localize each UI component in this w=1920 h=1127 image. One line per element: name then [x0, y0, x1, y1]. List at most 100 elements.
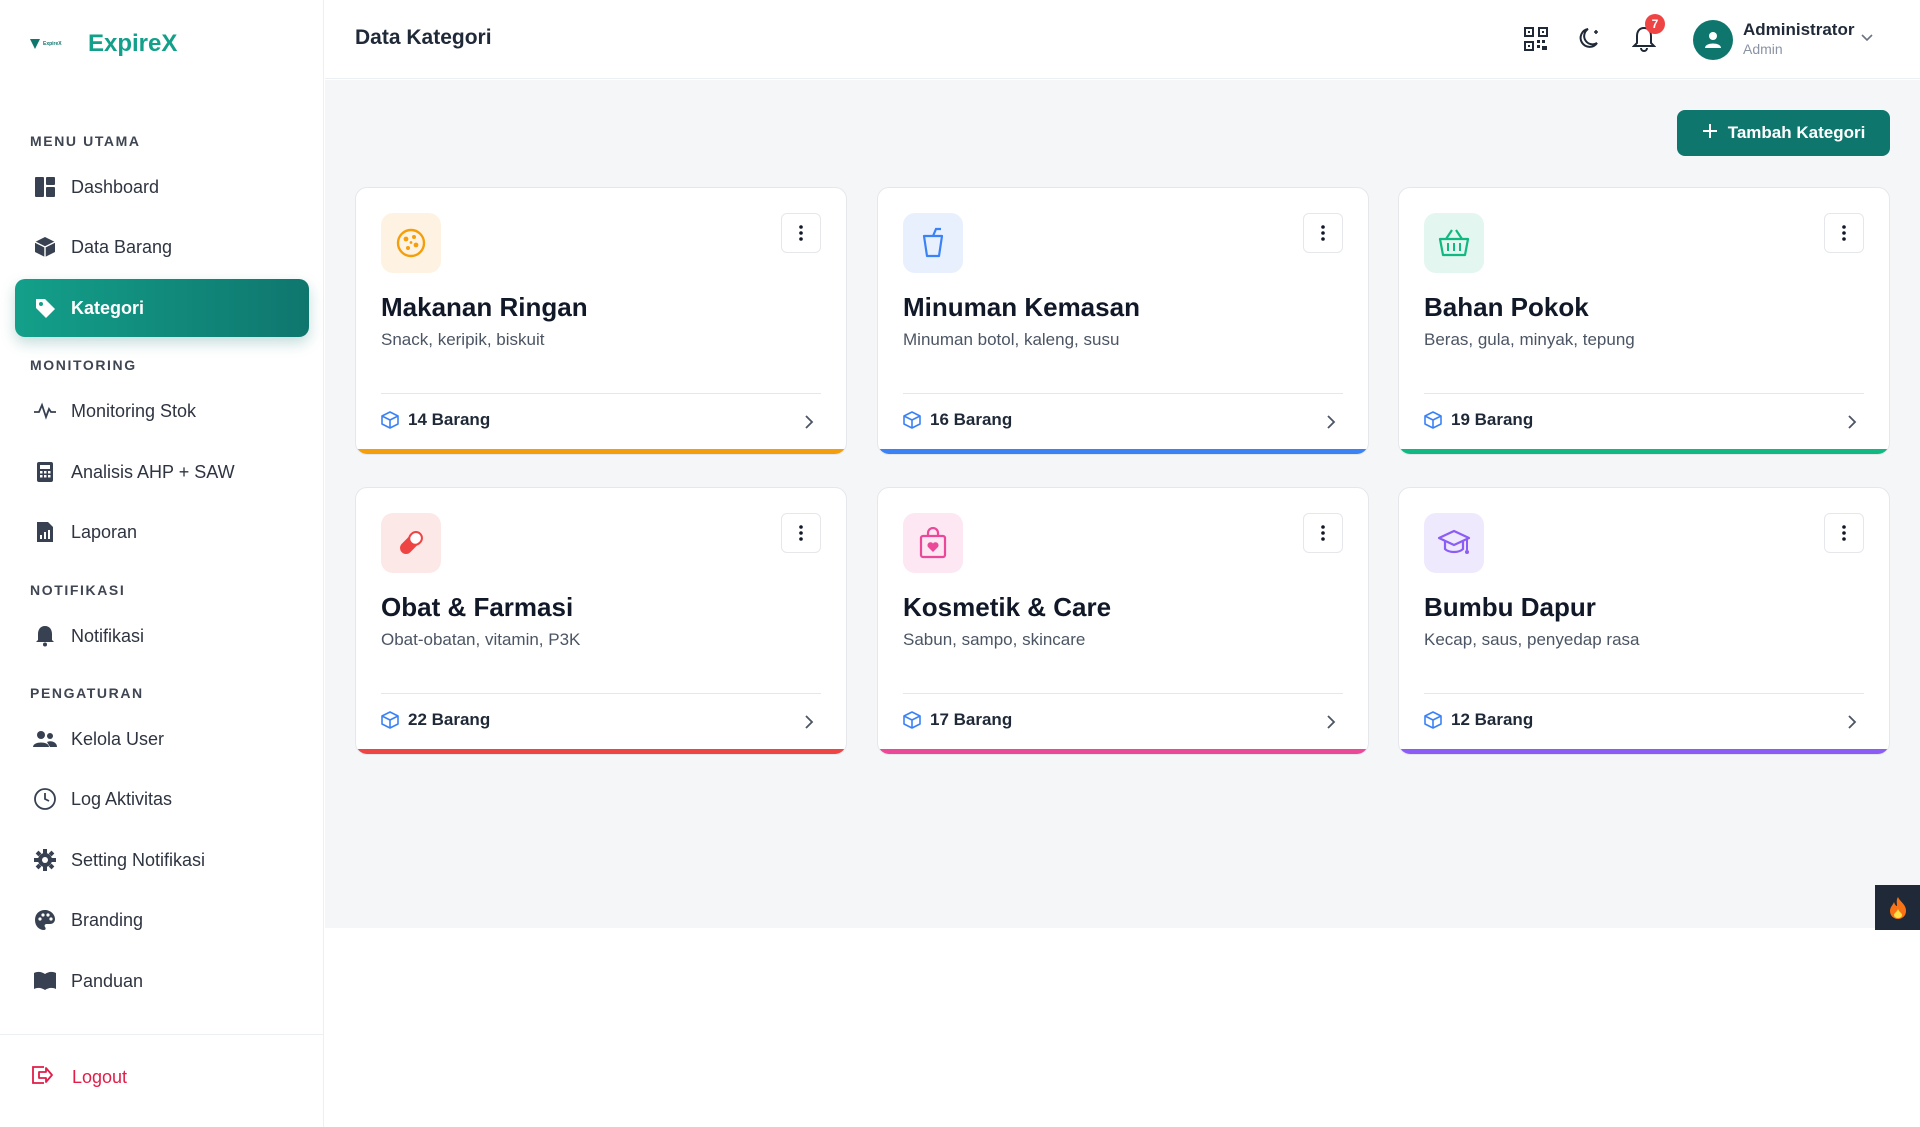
sidebar-item-kategori[interactable]: Kategori: [15, 279, 309, 337]
sidebar-item-log-aktivitas[interactable]: Log Aktivitas: [15, 770, 309, 828]
card-menu-button[interactable]: [1824, 513, 1864, 553]
category-card-makanan-ringan[interactable]: Makanan Ringan Snack, keripik, biskuit 1…: [355, 187, 847, 455]
category-card-kosmetik-care[interactable]: Kosmetik & Care Sabun, sampo, skincare 1…: [877, 487, 1369, 755]
more-vertical-icon: [1321, 525, 1325, 541]
sidebar-item-label: Log Aktivitas: [71, 788, 173, 809]
category-description: Snack, keripik, biskuit: [381, 330, 545, 349]
chevron-right-icon[interactable]: [1840, 410, 1864, 434]
card-menu-button[interactable]: [781, 513, 821, 553]
sidebar-item-dashboard[interactable]: Dashboard: [15, 158, 309, 216]
category-name: Bumbu Dapur: [1424, 592, 1596, 622]
dark-mode-icon[interactable]: [1575, 24, 1605, 54]
user-name[interactable]: Administrator: [1743, 20, 1854, 40]
sidebar-item-label: Dashboard: [71, 176, 160, 197]
sidebar-item-label: Notifikasi: [71, 625, 145, 646]
add-category-button[interactable]: Tambah Kategori: [1677, 110, 1890, 156]
sidebar-item-label: Monitoring Stok: [71, 400, 197, 421]
bell-icon: [33, 624, 57, 648]
card-accent-bar: [356, 449, 846, 454]
card-accent-bar: [878, 449, 1368, 454]
cup-icon: [903, 213, 963, 273]
item-count: 16 Barang: [903, 410, 1012, 430]
sidebar-item-data-barang[interactable]: Data Barang: [15, 218, 309, 276]
sidebar-item-laporan[interactable]: Laporan: [15, 503, 309, 561]
category-name: Bahan Pokok: [1424, 292, 1589, 322]
sidebar-item-label: Data Barang: [71, 236, 173, 257]
logout-button[interactable]: Logout: [30, 1064, 127, 1091]
pulse-icon: [33, 399, 57, 423]
card-menu-button[interactable]: [1303, 513, 1343, 553]
basket-icon: [1424, 213, 1484, 273]
card-divider: [1424, 393, 1864, 394]
book-icon: [33, 969, 57, 993]
section-pengaturan: PENGATURAN: [30, 685, 144, 701]
card-menu-button[interactable]: [1824, 213, 1864, 253]
card-menu-button[interactable]: [1303, 213, 1343, 253]
sidebar-item-monitoring-stok[interactable]: Monitoring Stok: [15, 382, 309, 440]
chevron-right-icon[interactable]: [1840, 710, 1864, 734]
category-card-bumbu-dapur[interactable]: Bumbu Dapur Kecap, saus, penyedap rasa 1…: [1398, 487, 1890, 755]
sidebar-item-panduan[interactable]: Panduan: [15, 952, 309, 1010]
section-notifikasi: NOTIFIKASI: [30, 582, 126, 598]
card-divider: [381, 393, 821, 394]
item-count: 17 Barang: [903, 710, 1012, 730]
chevron-right-icon[interactable]: [797, 410, 821, 434]
category-name: Obat & Farmasi: [381, 592, 574, 622]
sidebar-item-setting-notifikasi[interactable]: Setting Notifikasi: [15, 831, 309, 889]
brand-logo: ExpireX: [30, 35, 72, 53]
item-count-label: 14 Barang: [408, 410, 491, 429]
add-category-label: Tambah Kategori: [1727, 123, 1866, 142]
debug-toolbar-button[interactable]: [1875, 885, 1920, 930]
more-vertical-icon: [799, 525, 803, 541]
card-menu-button[interactable]: [781, 213, 821, 253]
chevron-right-icon[interactable]: [1319, 710, 1343, 734]
graduation-cap-icon: [1424, 513, 1484, 573]
category-name: Minuman Kemasan: [903, 292, 1140, 322]
box-icon: [1424, 711, 1442, 729]
cookie-icon: [381, 213, 441, 273]
sidebar-item-branding[interactable]: Branding: [15, 891, 309, 949]
shopping-bag-icon: [903, 513, 963, 573]
section-monitoring: MONITORING: [30, 357, 137, 373]
category-card-minuman-kemasan[interactable]: Minuman Kemasan Minuman botol, kaleng, s…: [877, 187, 1369, 455]
card-divider: [1424, 693, 1864, 694]
sidebar-item-analisis[interactable]: Analisis AHP + SAW: [15, 443, 309, 501]
brand[interactable]: ExpireX ExpireX: [30, 30, 177, 58]
qr-code-icon[interactable]: [1521, 24, 1551, 54]
item-count: 22 Barang: [381, 710, 490, 730]
category-card-obat-farmasi[interactable]: Obat & Farmasi Obat-obatan, vitamin, P3K…: [355, 487, 847, 755]
category-card-bahan-pokok[interactable]: Bahan Pokok Beras, gula, minyak, tepung …: [1398, 187, 1890, 455]
item-count: 12 Barang: [1424, 710, 1533, 730]
plus-icon: [1702, 123, 1718, 144]
more-vertical-icon: [1321, 225, 1325, 241]
more-vertical-icon: [1842, 525, 1846, 541]
clock-icon: [33, 787, 57, 811]
dashboard-icon: [33, 175, 57, 199]
sidebar-item-notifikasi[interactable]: Notifikasi: [15, 607, 309, 665]
section-menu-utama: MENU UTAMA: [30, 133, 141, 149]
category-description: Beras, gula, minyak, tepung: [1424, 330, 1635, 349]
page-title: Data Kategori: [355, 26, 492, 49]
card-accent-bar: [1399, 749, 1889, 754]
category-name: Makanan Ringan: [381, 292, 588, 322]
sidebar-item-label: Kelola User: [71, 728, 165, 749]
category-name: Kosmetik & Care: [903, 592, 1112, 622]
box-icon: [1424, 411, 1442, 429]
tag-icon: [33, 296, 57, 320]
sidebar-item-label: Panduan: [71, 970, 144, 991]
sidebar-item-kelola-user[interactable]: Kelola User: [15, 710, 309, 768]
sidebar-item-label: Laporan: [71, 521, 138, 542]
box-icon: [33, 235, 57, 259]
sidebar-footer-divider: [0, 1034, 324, 1035]
chevron-right-icon[interactable]: [1319, 410, 1343, 434]
chevron-down-icon[interactable]: [1860, 30, 1874, 48]
item-count: 14 Barang: [381, 410, 490, 430]
card-divider: [903, 693, 1343, 694]
more-vertical-icon: [799, 225, 803, 241]
category-description: Minuman botol, kaleng, susu: [903, 330, 1120, 349]
category-description: Kecap, saus, penyedap rasa: [1424, 630, 1640, 649]
avatar[interactable]: [1693, 20, 1733, 60]
palette-icon: [33, 908, 57, 932]
chevron-right-icon[interactable]: [797, 710, 821, 734]
card-divider: [381, 693, 821, 694]
